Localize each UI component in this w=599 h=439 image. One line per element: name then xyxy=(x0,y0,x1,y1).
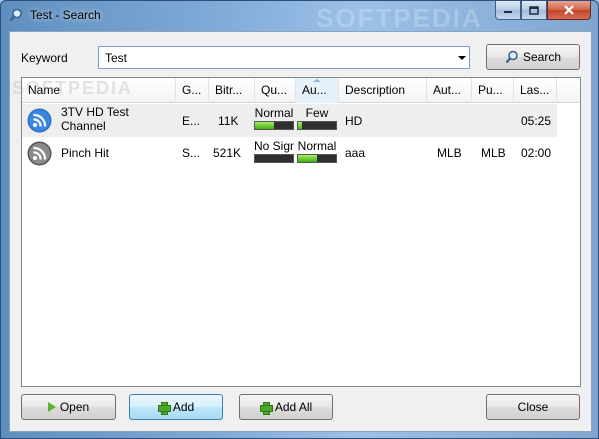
column-header-bitrate[interactable]: Bitr... xyxy=(209,78,255,103)
open-button[interactable]: Open xyxy=(21,394,116,420)
results-list[interactable]: Name G... Bitr... Qu... Au... Descriptio… xyxy=(12,77,581,387)
keyword-input[interactable]: Test xyxy=(105,51,127,65)
open-button-label: Open xyxy=(59,400,90,414)
channel-last-time: 02:00 xyxy=(521,146,552,160)
chevron-down-icon[interactable] xyxy=(458,56,466,60)
channel-author: MLB xyxy=(437,146,462,160)
close-button[interactable]: Close xyxy=(486,394,580,420)
audience-meter: Few xyxy=(297,107,337,130)
quality-meter: No Signal xyxy=(254,140,294,163)
add-button-label: Add xyxy=(172,400,195,414)
column-header-audience[interactable]: Au... xyxy=(296,78,339,103)
add-all-button[interactable]: Add All xyxy=(239,394,333,420)
rss-channel-icon xyxy=(27,108,52,133)
quality-meter-label: Normal xyxy=(254,107,294,120)
channel-name: 3TV HD Test Channel xyxy=(61,105,129,133)
plus-icon xyxy=(259,401,273,415)
keyword-label: Keyword xyxy=(21,51,68,65)
magnifier-icon xyxy=(505,50,518,64)
plus-icon xyxy=(157,401,171,415)
column-header-audience-label: Au... xyxy=(302,83,327,97)
channel-genre: S... xyxy=(182,146,201,160)
audience-meter-label: Few xyxy=(305,107,329,120)
column-header-quality[interactable]: Qu... xyxy=(255,78,296,103)
dialog-body: Keyword Test Search Name G... Bitr... Qu… xyxy=(9,31,592,432)
add-all-button-label: Add All xyxy=(274,400,313,414)
minimize-button[interactable] xyxy=(495,1,521,20)
search-icon xyxy=(9,8,22,22)
quality-meter-fill xyxy=(255,122,274,129)
audience-meter: Normal xyxy=(297,140,337,163)
column-header-genre[interactable]: G... xyxy=(176,78,209,103)
quality-meter: Normal xyxy=(254,107,294,130)
watermark-logo: SOFTPEDIA xyxy=(316,3,483,33)
maximize-button[interactable] xyxy=(521,1,547,20)
watermark-logo: SOFTPEDIA xyxy=(12,78,134,98)
column-header-author[interactable]: Aut... xyxy=(427,78,472,103)
channel-publisher: MLB xyxy=(481,146,506,160)
minimize-icon xyxy=(504,11,512,13)
close-button-label: Close xyxy=(517,400,549,414)
close-icon xyxy=(564,5,574,15)
rss-channel-icon xyxy=(27,141,52,166)
window-title: Test - Search xyxy=(30,8,101,22)
channel-description: HD xyxy=(345,114,363,128)
audience-meter-fill xyxy=(298,122,302,129)
play-icon xyxy=(47,402,56,412)
channel-name: Pinch Hit xyxy=(61,146,110,160)
channel-genre: E... xyxy=(182,114,201,128)
title-bar[interactable]: Test - Search SOFTPEDIA xyxy=(1,1,598,33)
close-window-button[interactable] xyxy=(547,1,591,20)
quality-meter-label: No Signal xyxy=(254,140,294,153)
audience-meter-label: Normal xyxy=(297,140,337,153)
column-header-description[interactable]: Description xyxy=(339,78,427,103)
channel-bitrate: 521K xyxy=(213,146,242,160)
maximize-icon xyxy=(529,5,539,15)
search-button[interactable]: Search xyxy=(486,44,580,70)
column-header-publisher[interactable]: Pu... xyxy=(472,78,514,103)
channel-description: aaa xyxy=(345,146,366,160)
column-header-last[interactable]: Las... xyxy=(514,78,557,103)
search-button-label: Search xyxy=(522,50,562,64)
table-row[interactable]: 3TV HD Test Channel E... 11K Normal Few … xyxy=(22,104,557,137)
search-window: Test - Search SOFTPEDIA Keyword Test Sea xyxy=(0,0,599,439)
keyword-combobox[interactable]: Test xyxy=(98,46,470,69)
add-button[interactable]: Add xyxy=(129,394,223,420)
table-row[interactable]: Pinch Hit S... 521K No Signal Normal aaa… xyxy=(22,137,557,170)
audience-meter-fill xyxy=(298,155,317,162)
sort-ascending-icon xyxy=(313,79,321,82)
channel-last-time: 05:25 xyxy=(521,114,552,128)
channel-bitrate: 11K xyxy=(218,114,239,128)
